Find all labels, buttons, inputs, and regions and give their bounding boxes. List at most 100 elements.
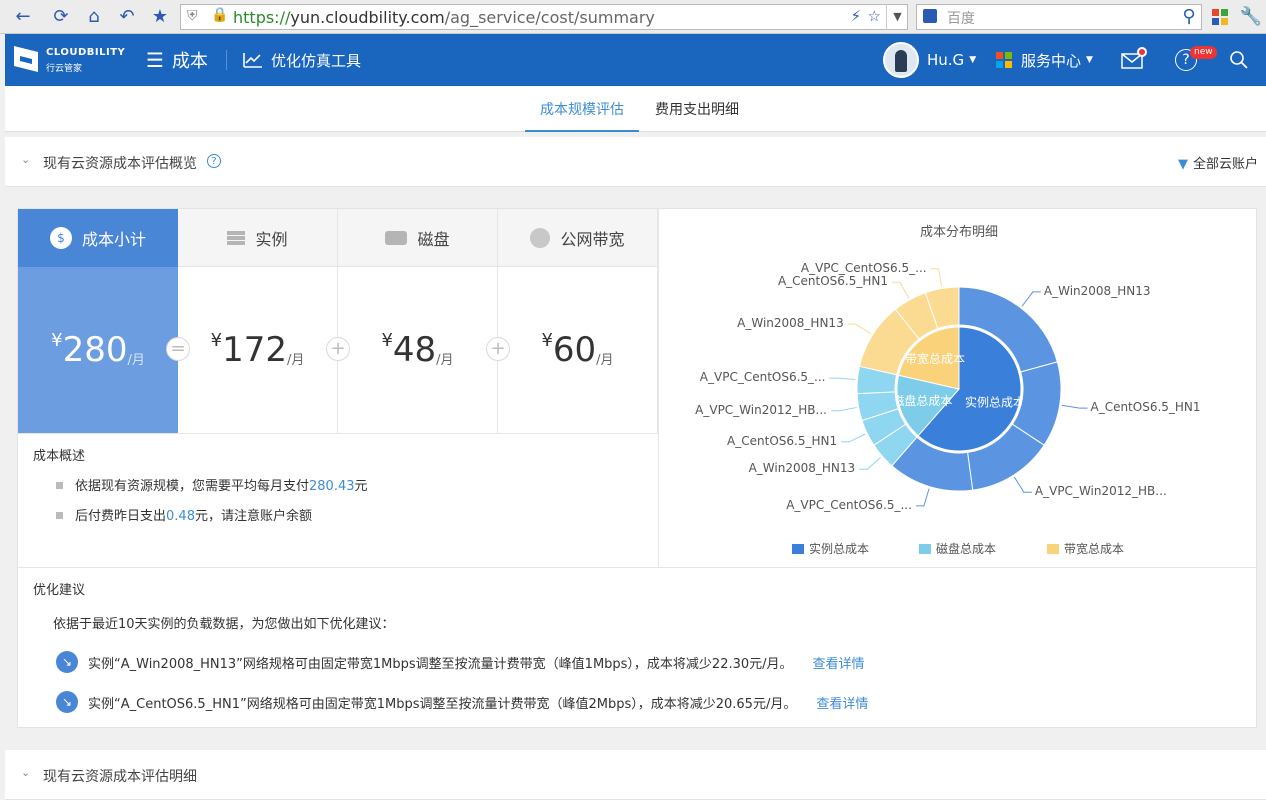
- tab-expense-detail[interactable]: 费用支出明细: [646, 86, 748, 132]
- section-title: 现有云资源成本评估概览: [43, 156, 197, 172]
- new-badge: new: [1190, 46, 1217, 59]
- unread-dot: [1137, 47, 1147, 57]
- logo-icon: [14, 46, 38, 72]
- address-bar[interactable]: ⛨ 🔒 https://yun.cloudbility.com/ag_servi…: [180, 4, 908, 30]
- pie-label-line: [1021, 291, 1041, 307]
- search-box[interactable]: 百度: [916, 4, 1202, 30]
- kpi-value-disk: ¥48/月: [338, 267, 498, 433]
- suggestions-intro: 依据于最近10天实例的负载数据，为您做出如下优化建议：: [53, 617, 395, 632]
- page-content: 成本规模评估 费用支出明细 ⌄ 现有云资源成本评估概览 ? ▼ 全部云账户 $ 成…: [5, 86, 1266, 800]
- overview-line-2: 后付费昨日支出0.48元，请注意账户余额: [56, 505, 312, 524]
- help-button[interactable]: ? new: [1175, 34, 1217, 86]
- bookmark-star-icon[interactable]: ★: [149, 6, 171, 28]
- kpi-value-bandwidth: ¥60/月: [498, 267, 658, 433]
- pie-inner-label: 磁盘总成本: [892, 393, 952, 408]
- windows-icon: [996, 52, 1012, 68]
- section-title: 现有云资源成本评估明细: [43, 769, 197, 785]
- refresh-icon[interactable]: ⟳: [50, 6, 72, 28]
- legend-item-disk[interactable]: 磁盘总成本: [919, 540, 996, 557]
- header-search-button[interactable]: [1229, 34, 1249, 86]
- caret-down-icon: ▼: [969, 55, 977, 65]
- suggestion-item: ↘ 实例“A_Win2008_HN13”网络规格可由固定带宽1Mbps调整至按流…: [56, 651, 865, 673]
- tool-link-label: 优化仿真工具: [271, 51, 362, 70]
- home-icon[interactable]: ⌂: [83, 6, 105, 28]
- optimize-tool-link[interactable]: 优化仿真工具: [243, 34, 361, 86]
- pie-outer-label: A_VPC_CentOS6.5_...: [786, 497, 912, 512]
- search-placeholder: 百度: [947, 11, 975, 27]
- legend-item-bandwidth[interactable]: 带宽总成本: [1047, 540, 1124, 557]
- kpi-tab-bandwidth[interactable]: 公网带宽: [498, 209, 658, 267]
- messages-button[interactable]: [1121, 34, 1147, 86]
- trend-down-icon: ↘: [56, 691, 78, 713]
- kpi-value-instance: ¥172/月: [178, 267, 338, 433]
- help-icon[interactable]: ?: [207, 154, 221, 168]
- tools-icon[interactable]: 🔧: [1240, 6, 1262, 28]
- favorite-icon[interactable]: ☆: [868, 7, 881, 25]
- pie-chart-svg: 实例总成本磁盘总成本 带宽总成本: [829, 268, 1088, 507]
- overview-title: 成本概述: [33, 449, 86, 464]
- globe-icon: [530, 227, 551, 248]
- header-divider: [226, 50, 227, 70]
- overview-line-1: 依据现有资源规模，您需要平均每月支付280.43元: [56, 475, 368, 494]
- pie-outer-label: A_VPC_Win2012_HB...: [1034, 484, 1167, 499]
- chevron-down-icon[interactable]: ⌄: [21, 153, 30, 166]
- pie-label-line: [847, 323, 872, 335]
- cost-distribution-chart: 成本分布明细 实例总成本 磁盘总成本 带宽总成本 A_Win2008_HN13 A_C…: [658, 209, 1258, 567]
- account-filter[interactable]: ▼ 全部云账户: [1178, 153, 1258, 172]
- pie-outer-label: A_VPC_Win2012_HB...: [695, 402, 827, 417]
- kpi-value-total: ¥280/月: [18, 267, 178, 433]
- kpi-tab-disk[interactable]: 磁盘: [338, 209, 498, 267]
- apps-icon[interactable]: [1212, 9, 1228, 25]
- avatar: [883, 42, 919, 78]
- divider: [18, 567, 1258, 568]
- dollar-icon: $: [49, 227, 72, 249]
- legend-item-instance[interactable]: 实例总成本: [792, 540, 869, 557]
- app-header: CLOUDBILITY 行云管家 ☰ 成本 优化仿真工具 Hu.G ▼ 服务中心…: [5, 34, 1266, 86]
- server-icon: [227, 230, 246, 245]
- user-menu[interactable]: Hu.G ▼: [883, 34, 976, 86]
- search-icon: [1230, 51, 1248, 69]
- logo-subtext: 行云管家: [46, 64, 83, 74]
- divider: [18, 433, 658, 434]
- disk-icon: [385, 230, 408, 245]
- lightning-icon[interactable]: ⚡: [850, 7, 861, 25]
- pie-inner-label: 带宽总成本: [905, 351, 965, 366]
- pie-outer-label: A_VPC_CentOS6.5_...: [699, 370, 826, 385]
- overview-section-header[interactable]: ⌄ 现有云资源成本评估概览 ? ▼ 全部云账户: [5, 137, 1266, 187]
- dropdown-icon[interactable]: ▼: [886, 4, 908, 30]
- pie-label-line: [1013, 476, 1032, 493]
- pie-outer-label: A_CentOS6.5_HN1: [1090, 400, 1201, 415]
- chevron-down-icon[interactable]: ⌄: [21, 766, 30, 779]
- view-details-link[interactable]: 查看详情: [816, 693, 868, 712]
- detail-section-header[interactable]: ⌄ 现有云资源成本评估明细: [5, 750, 1266, 800]
- undo-icon[interactable]: ↶: [116, 6, 138, 28]
- pie-label-line: [915, 488, 930, 507]
- url-text: https://yun.cloudbility.com/ag_service/c…: [233, 8, 655, 27]
- suggestion-item: ↘ 实例“A_CentOS6.5_HN1”网络规格可由固定带宽1Mbps调整至按…: [56, 691, 868, 713]
- search-icon[interactable]: ⚲: [1178, 6, 1200, 28]
- pie-outer-label: A_VPC_CentOS6.5_...: [800, 260, 927, 275]
- shield-icon: ⛨: [187, 8, 198, 24]
- service-center-menu[interactable]: 服务中心 ▼: [996, 34, 1093, 86]
- user-name: Hu.G: [927, 51, 965, 69]
- back-icon[interactable]: ←: [12, 6, 34, 28]
- pie-outer-label: A_Win2008_HN13: [1043, 283, 1151, 298]
- pie-label-line: [829, 377, 856, 381]
- pie-outer-label: A_CentOS6.5_HN1: [727, 433, 838, 448]
- filter-icon: ▼: [1177, 157, 1188, 172]
- hamburger-icon: ☰: [146, 48, 164, 72]
- pie-outer-label: A_CentOS6.5_HN1: [777, 274, 888, 289]
- view-details-link[interactable]: 查看详情: [813, 653, 865, 672]
- logo[interactable]: CLOUDBILITY 行云管家: [10, 42, 125, 78]
- equals-operator: =: [166, 337, 190, 361]
- pie-outer-label: A_Win2008_HN13: [748, 461, 856, 476]
- trend-down-icon: ↘: [56, 651, 78, 673]
- kpi-tab-total[interactable]: $ 成本小计: [18, 209, 178, 267]
- tab-cost-scale[interactable]: 成本规模评估: [525, 86, 639, 132]
- nav-menu-cost[interactable]: ☰ 成本: [146, 34, 208, 86]
- kpi-tab-instance[interactable]: 实例: [178, 209, 338, 267]
- pie-outer-label: A_Win2008_HN13: [737, 316, 844, 331]
- pie-label-line: [930, 268, 943, 287]
- trend-chart-icon: [243, 53, 262, 68]
- overview-card: $ 成本小计 实例 磁盘 公网带宽 ¥280/月 ¥172/月 ¥48/月 ¥ …: [17, 208, 1258, 728]
